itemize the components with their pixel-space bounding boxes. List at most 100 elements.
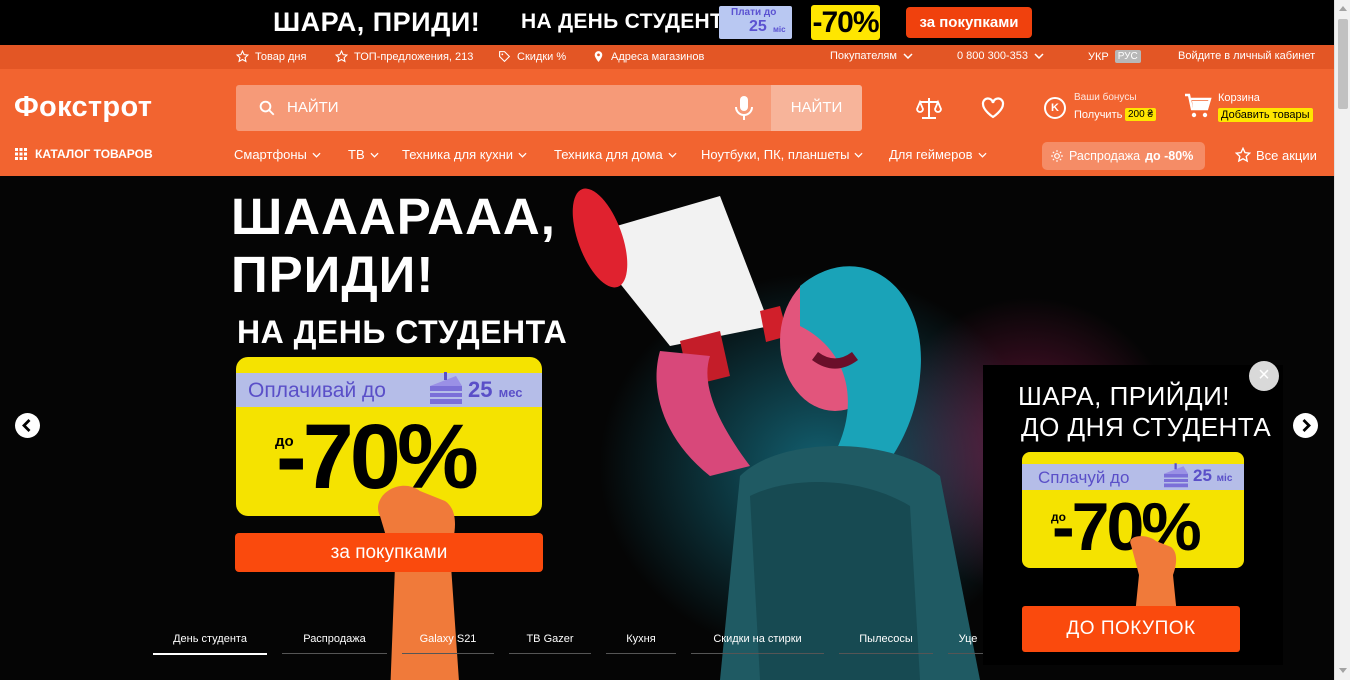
nav-item-tv[interactable]: ТВ [348, 147, 379, 162]
cart-icon [1185, 93, 1212, 118]
popup-pay-text: Сплачуй до [1038, 468, 1130, 487]
cake-icon [430, 372, 462, 404]
hero-months-unit: мес [498, 385, 523, 400]
popup-cta-button[interactable]: ДО ПОКУПОК [1022, 606, 1240, 652]
nav-item-home[interactable]: Техника для дома [554, 147, 677, 162]
hero-months-value: 25 [468, 377, 493, 402]
nav-item-smartphones[interactable]: Смартфоны [234, 147, 321, 162]
popup-subtitle: ДО ДНЯ СТУДЕНТА [1021, 412, 1272, 442]
chevron-down-icon [1034, 53, 1044, 59]
cake-icon [1164, 463, 1188, 488]
promo-popup[interactable]: × ШАРА, ПРИЙДИ! ДО ДНЯ СТУДЕНТА Сплачуй … [983, 361, 1283, 665]
slider-tab[interactable]: Galaxy S21 [402, 633, 494, 654]
chevron-down-icon [977, 152, 987, 158]
nav-item-laptops[interactable]: Ноутбуки, ПК, планшеты [701, 147, 864, 162]
search-button[interactable]: НАЙТИ [771, 85, 862, 131]
hero-girl-megaphone-image [572, 188, 980, 680]
top-promo-banner[interactable]: ШАРА, ПРИДИ! НА ДЕНЬ СТУДЕНТА Плати до 2… [0, 0, 1334, 45]
slider-prev-button[interactable] [15, 413, 40, 438]
heart-icon[interactable] [980, 95, 1006, 121]
cart-add-products-button[interactable]: Добавить товары [1218, 108, 1313, 122]
lang-rus[interactable]: РУС [1114, 50, 1141, 63]
search-input[interactable]: НАЙТИ [287, 99, 339, 116]
scroll-down-arrow-icon[interactable] [1339, 668, 1347, 673]
promo-cta-button[interactable]: за покупками [906, 7, 1032, 38]
nav-item-label: Техника для кухни [402, 147, 514, 162]
grid-icon [15, 148, 27, 160]
util-item-discounts[interactable]: Скидки % [498, 50, 566, 63]
hero-pay-text: Оплачивай до [248, 379, 386, 402]
chevron-left-icon [22, 419, 31, 432]
header: Фокстрот НАЙТИ НАЙТИ K Ваши бонусы Получ… [0, 69, 1334, 176]
bonus-title: Ваши бонусы [1074, 92, 1137, 103]
login-link[interactable]: Войдите в личный кабинет [1178, 50, 1315, 62]
chevron-down-icon [518, 152, 527, 158]
promo-subheadline: НА ДЕНЬ СТУДЕНТА [521, 10, 738, 33]
hero-subtitle: НА ДЕНЬ СТУДЕНТА [237, 314, 568, 350]
buyers-menu[interactable]: Покупателям [830, 50, 913, 62]
chevron-down-icon [370, 152, 379, 158]
util-item-product-of-day[interactable]: Товар дня [236, 50, 306, 63]
slider-tab[interactable]: Скидки на стирки [691, 633, 824, 654]
star-icon [335, 50, 348, 63]
scrollbar-thumb[interactable] [1338, 19, 1348, 109]
util-item-label: Скидки % [517, 50, 567, 63]
promo-pay-badge: Плати до 25 міс [719, 6, 792, 39]
microphone-icon[interactable] [733, 95, 755, 121]
slider-next-button[interactable] [1293, 413, 1318, 438]
util-item-label: Адреса магазинов [611, 50, 705, 63]
slider-tab[interactable]: Уце [948, 633, 988, 654]
cart-label: Корзина [1218, 92, 1260, 104]
hero-cta-button[interactable]: за покупками [235, 533, 543, 572]
close-icon[interactable]: × [1249, 361, 1279, 391]
util-item-store-addresses[interactable]: Адреса магазинов [592, 50, 704, 63]
all-promos-link[interactable]: Все акции [1235, 147, 1317, 163]
sale-discount: до -80% [1145, 149, 1194, 163]
search-bar: НАЙТИ НАЙТИ [236, 85, 862, 131]
buyers-label: Покупателям [830, 50, 897, 62]
chevron-down-icon [903, 53, 913, 59]
hero-title-line2: ПРИДИ! [231, 246, 435, 303]
scroll-up-arrow-icon[interactable] [1339, 6, 1347, 11]
nav-item-label: Ноутбуки, ПК, планшеты [701, 147, 850, 162]
slider-tab[interactable]: Пылесосы [839, 633, 933, 654]
slider-tab[interactable]: Кухня [606, 633, 676, 654]
promo-pay-badge-months: 25 [749, 18, 767, 35]
nav-item-label: Смартфоны [234, 147, 307, 162]
nav-item-kitchen[interactable]: Техника для кухни [402, 147, 527, 162]
util-item-label: ТОП-предложения, 213 [354, 50, 474, 63]
promo-pay-badge-unit: міс [773, 25, 786, 34]
page-scrollbar[interactable] [1334, 0, 1350, 680]
popup-months-value: 25 [1193, 466, 1212, 485]
slider-tab[interactable]: ТВ Gazer [509, 633, 591, 654]
popup-title: ШАРА, ПРИЙДИ! [1018, 381, 1230, 411]
lang-ukr[interactable]: УКР [1088, 51, 1109, 63]
bonus-amount: 200 ₴ [1125, 108, 1157, 121]
nav-item-label: Техника для дома [554, 147, 663, 162]
chevron-down-icon [854, 152, 864, 158]
nav-item-gamers[interactable]: Для геймеров [889, 147, 987, 162]
slider-tab[interactable]: Распродажа [282, 633, 387, 654]
popup-months-unit: міс [1216, 473, 1233, 484]
util-item-label: Товар дня [255, 50, 307, 63]
chevron-down-icon [312, 152, 321, 158]
language-switch: УКР РУС [1088, 50, 1141, 63]
promo-pay-badge-text: Плати до [731, 7, 777, 18]
star-icon [236, 50, 249, 63]
logo[interactable]: Фокстрот [14, 91, 152, 124]
slider-tab[interactable]: День студента [153, 633, 267, 655]
hand-illustration [1130, 536, 1177, 615]
bonus-k-icon: K [1044, 97, 1066, 119]
sale-button[interactable]: Распродажа до -80% [1042, 142, 1205, 170]
phone-menu[interactable]: 0 800 300-353 [957, 50, 1044, 62]
promo-discount-badge: -70% [811, 5, 880, 40]
nav-item-label: Для геймеров [889, 147, 973, 162]
phone-number: 0 800 300-353 [957, 50, 1028, 62]
chevron-right-icon [1302, 419, 1311, 432]
catalog-label: КАТАЛОГ ТОВАРОВ [35, 147, 153, 161]
hero-months: 25 мес [468, 377, 523, 403]
catalog-button[interactable]: КАТАЛОГ ТОВАРОВ [15, 147, 153, 161]
compare-scales-icon[interactable] [916, 95, 942, 121]
tag-icon [499, 51, 511, 63]
util-item-top-offers[interactable]: ТОП-предложения, 213 [335, 50, 473, 63]
